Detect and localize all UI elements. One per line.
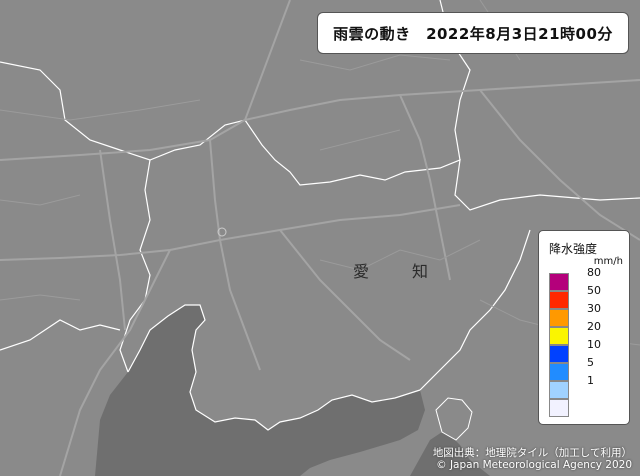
legend-label: 30 (587, 302, 601, 315)
page-title: 雨雲の動き 2022年8月3日21時00分 (333, 24, 613, 43)
legend-label: 1 (587, 374, 594, 387)
legend-row: 20 (549, 320, 623, 345)
legend-swatch (549, 309, 569, 327)
legend-label: 10 (587, 338, 601, 351)
copyright-text: © Japan Meteorological Agency 2020 (436, 459, 632, 471)
legend-title: 降水強度 (549, 242, 598, 256)
legend-row: 10 (549, 338, 623, 363)
legend-swatch (549, 345, 569, 363)
legend-swatch (549, 399, 569, 417)
legend-label: 20 (587, 320, 601, 333)
legend-label: 5 (587, 356, 594, 369)
map-source-credit: 地図出典：地理院タイル（加工して利用） (432, 447, 632, 459)
legend-swatch (549, 327, 569, 345)
legend-row: 5 (549, 356, 623, 381)
legend-swatch (549, 291, 569, 309)
legend-row: 50 (549, 284, 623, 309)
legend-label: 50 (587, 284, 601, 297)
legend-row: 1 (549, 374, 623, 399)
legend-row: 80 (549, 266, 623, 291)
legend-label: 80 (587, 266, 601, 279)
legend-row (549, 399, 623, 417)
precipitation-legend: 降水強度 mm/h 80 50 30 20 10 5 1 (538, 230, 630, 425)
legend-swatch (549, 363, 569, 381)
place-label-ai: 愛 (353, 262, 370, 281)
legend-swatch (549, 273, 569, 291)
title-box: 雨雲の動き 2022年8月3日21時00分 (317, 12, 629, 54)
place-label-chi: 知 (412, 262, 429, 281)
legend-row: 30 (549, 302, 623, 327)
legend-swatch (549, 381, 569, 399)
